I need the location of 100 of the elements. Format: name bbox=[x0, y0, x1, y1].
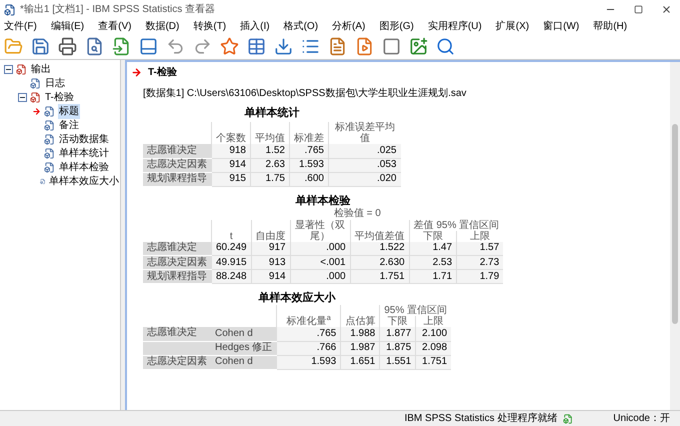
unicode-status: Unicode：开 bbox=[613, 412, 670, 426]
save-icon[interactable] bbox=[31, 36, 50, 56]
print-preview-icon[interactable] bbox=[85, 36, 104, 56]
outline-item[interactable]: 单样本统计 bbox=[58, 146, 110, 160]
table-cell: 1.875 bbox=[380, 341, 416, 355]
star-icon[interactable] bbox=[220, 36, 239, 56]
scrollbar-thumb[interactable] bbox=[672, 124, 678, 324]
table-cell: 2.630 bbox=[350, 256, 410, 270]
section-heading: T-检验 bbox=[148, 66, 177, 80]
table-cell: 1.52 bbox=[250, 144, 290, 158]
table-cell: 1.751 bbox=[416, 355, 452, 369]
search-icon[interactable] bbox=[436, 36, 455, 56]
document-icon bbox=[44, 106, 55, 116]
menu-item[interactable]: 编辑(E) bbox=[50, 18, 84, 34]
outline-item[interactable]: 备注 bbox=[58, 118, 80, 132]
test-value-label: 检验值 = 0 bbox=[212, 208, 504, 220]
table-cell: 1.71 bbox=[409, 270, 457, 284]
document-play-icon[interactable] bbox=[355, 36, 374, 56]
menu-item[interactable]: 数据(D) bbox=[145, 18, 180, 34]
row-header: 志愿决定因素 bbox=[143, 256, 212, 270]
status-icon bbox=[563, 414, 574, 424]
table-cell: 917 bbox=[251, 242, 290, 256]
table-cell: .000 bbox=[290, 270, 350, 284]
menu-item[interactable]: 扩展(X) bbox=[496, 18, 530, 34]
image-add-icon[interactable] bbox=[409, 36, 428, 56]
row-subheader: Hedges 修正 bbox=[211, 341, 277, 355]
menu-item[interactable]: 帮助(H) bbox=[593, 18, 628, 34]
table-cell: 2.53 bbox=[409, 256, 457, 270]
document-icon bbox=[16, 64, 27, 74]
column-group-header: 差值 95% 置信区间 bbox=[409, 220, 504, 230]
table-cell: 1.651 bbox=[340, 355, 380, 369]
document-icon bbox=[44, 120, 55, 130]
document-icon bbox=[44, 162, 55, 172]
outline-item[interactable]: 标题 bbox=[58, 104, 80, 118]
row-header: 规划课程指导 bbox=[143, 172, 212, 186]
table-cell: 1.593 bbox=[276, 355, 341, 369]
table-cell: .766 bbox=[276, 341, 341, 355]
table-cell: 918 bbox=[212, 144, 250, 158]
document-icon bbox=[44, 134, 55, 144]
table-title: 单样本效应大小 bbox=[258, 292, 336, 305]
table-cell: 2.73 bbox=[456, 256, 504, 270]
menu-item[interactable]: 文件(F) bbox=[4, 18, 37, 34]
table-cell: 60.249 bbox=[212, 242, 252, 256]
document-icon bbox=[30, 92, 41, 102]
arrow-icon bbox=[131, 66, 142, 78]
table-cell: 1.987 bbox=[340, 341, 380, 355]
column-group-header: 95% 置信区间 bbox=[380, 305, 452, 316]
maximize-icon[interactable] bbox=[634, 5, 643, 14]
table-cell: 1.57 bbox=[456, 242, 504, 256]
collapse-toggle[interactable] bbox=[18, 92, 27, 102]
table-cell: 1.79 bbox=[456, 270, 504, 284]
menu-item[interactable]: 图形(G) bbox=[379, 18, 414, 34]
row-header: 志愿决定因素 bbox=[143, 355, 211, 369]
table-cell: 1.593 bbox=[290, 158, 328, 172]
document-icon[interactable] bbox=[328, 36, 347, 56]
row-subheader: Cohen d bbox=[211, 355, 277, 369]
table-cell: .000 bbox=[290, 242, 350, 256]
table-title: 单样本统计 bbox=[244, 107, 300, 120]
table-cell: .053 bbox=[328, 158, 400, 172]
row-header-blank bbox=[143, 341, 211, 355]
table-title: 单样本检验 bbox=[296, 194, 351, 208]
outline-item[interactable]: 单样本检验 bbox=[58, 160, 110, 174]
outline-item[interactable]: 输出 bbox=[30, 62, 52, 76]
undo-icon[interactable] bbox=[166, 36, 185, 56]
table-cell: 914 bbox=[251, 270, 290, 284]
table-cell: 1.47 bbox=[409, 242, 457, 256]
table-cell: <.001 bbox=[290, 256, 350, 270]
square-icon[interactable] bbox=[382, 36, 401, 56]
close-icon[interactable] bbox=[661, 4, 672, 15]
window-title: *输出1 [文档1] - IBM SPSS Statistics 查看器 bbox=[20, 2, 216, 17]
menu-item[interactable]: 实用程序(U) bbox=[428, 18, 482, 34]
export-icon[interactable] bbox=[112, 36, 131, 56]
outline-item[interactable]: 单样本效应大小 bbox=[48, 174, 120, 188]
outline-item[interactable]: 活动数据集 bbox=[58, 132, 110, 146]
printer-icon[interactable] bbox=[58, 36, 77, 56]
menu-item[interactable]: 转换(T) bbox=[193, 18, 226, 34]
row-header: 志愿谁决定 bbox=[143, 144, 212, 158]
menu-item[interactable]: 查看(V) bbox=[98, 18, 132, 34]
menu-item[interactable]: 格式(O) bbox=[284, 18, 318, 34]
outline-item[interactable]: 日志 bbox=[44, 76, 66, 90]
table-cell: 2.100 bbox=[416, 327, 452, 341]
dataset-path: [数据集1] C:\Users\63106\Desktop\SPSS数据包\大学生职业生涯规划.sav bbox=[143, 86, 468, 101]
outline-item[interactable]: T-检验 bbox=[44, 90, 75, 104]
collapse-toggle[interactable] bbox=[4, 64, 13, 74]
menu-item[interactable]: 分析(A) bbox=[332, 18, 366, 34]
document-icon bbox=[30, 78, 41, 88]
menu-item[interactable]: 窗口(W) bbox=[543, 18, 580, 34]
table-cell: 1.877 bbox=[380, 327, 416, 341]
app-icon bbox=[4, 4, 16, 16]
table-cell: 1.751 bbox=[350, 270, 410, 284]
table-cell: .020 bbox=[328, 172, 400, 186]
menu-item[interactable]: 插入(I) bbox=[240, 18, 270, 34]
selection-arrow-icon bbox=[32, 106, 41, 116]
redo-icon[interactable] bbox=[193, 36, 212, 56]
row-header: 规划课程指导 bbox=[143, 270, 212, 284]
panel-icon[interactable] bbox=[139, 36, 158, 56]
download-icon[interactable] bbox=[274, 36, 293, 56]
table-icon[interactable] bbox=[247, 36, 266, 56]
document-icon bbox=[44, 148, 55, 158]
table-cell: .765 bbox=[276, 327, 341, 341]
